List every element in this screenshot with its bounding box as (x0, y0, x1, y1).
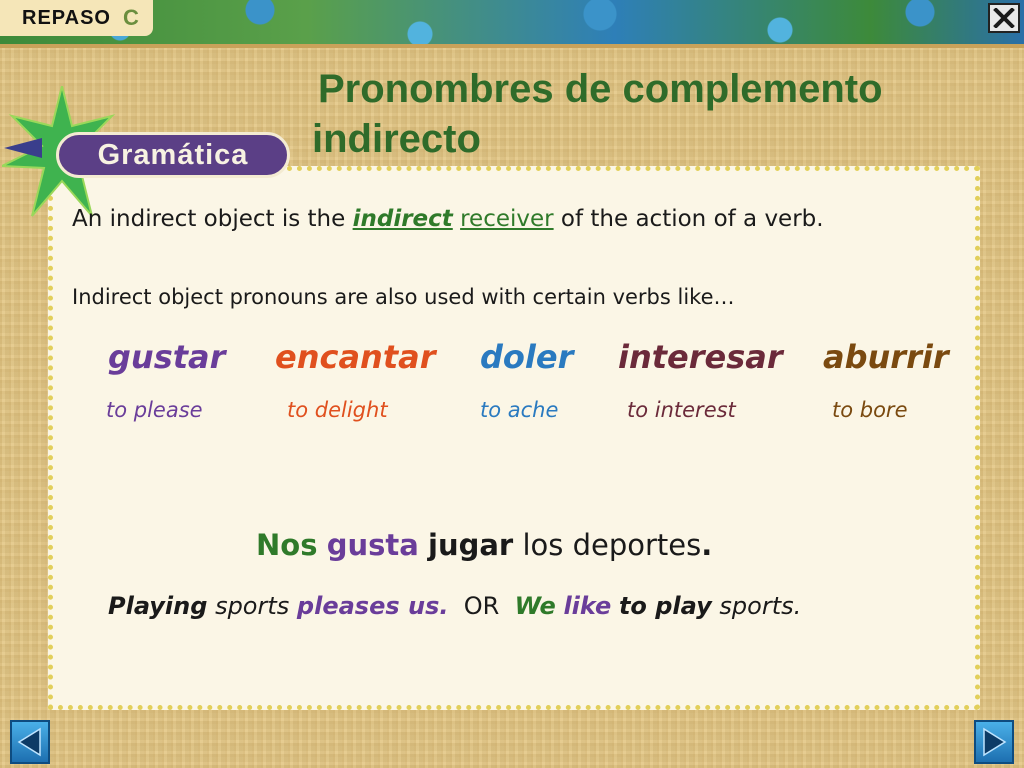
gloss-interesar: to interest (627, 398, 736, 422)
example-jugar: jugar (428, 528, 514, 562)
translation-like: like (563, 592, 612, 620)
definition-highlight-receiver: receiver (460, 206, 554, 232)
gloss-aburrir: to bore (832, 398, 908, 422)
definition-space (453, 206, 460, 232)
verb-aburrir: aburrir (823, 338, 949, 376)
definition-after: of the action of a verb. (553, 206, 824, 232)
section-tab: REPASO C (0, 0, 153, 36)
gloss-encantar: to delight (287, 398, 388, 422)
next-slide-button[interactable] (974, 720, 1014, 764)
verb-encantar: encantar (275, 338, 436, 376)
title-line-1: Pronombres de complemento (318, 67, 883, 111)
section-letter: C (122, 5, 139, 30)
section-label: REPASO (22, 6, 111, 29)
example-gusta: gusta (326, 528, 419, 562)
verb-doler: doler (480, 338, 574, 376)
close-x-icon (993, 8, 1015, 28)
badge-label: Gramática (97, 138, 249, 171)
translation-or: OR (463, 592, 500, 620)
definition-text: An indirect object is the indirect recei… (72, 206, 824, 232)
translation-sports-2: sports. (719, 592, 802, 620)
title-line-2: indirecto (312, 117, 481, 161)
gramatica-badge: Gramática (56, 132, 290, 178)
gloss-doler: to ache (480, 398, 559, 422)
example-rest: los deportes (522, 528, 702, 562)
arrow-left-icon (17, 727, 41, 757)
arrow-right-icon (983, 727, 1007, 757)
example-sentence: Nos gusta jugar los deportes. (256, 528, 712, 562)
translation-we: We (514, 592, 556, 620)
definition-before: An indirect object is the (72, 206, 353, 232)
translation-sports-1: sports (215, 592, 290, 620)
usage-text: Indirect object pronouns are also used w… (72, 285, 735, 309)
top-banner: REPASO C (0, 0, 1024, 48)
content-panel (48, 166, 980, 710)
translation-pleases-us: pleases us. (296, 592, 449, 620)
gloss-gustar: to please (106, 398, 203, 422)
translation-to-play: to play (618, 592, 712, 620)
example-nos: Nos (256, 528, 318, 562)
translation-sentence: Playing sports pleases us. OR We like to… (108, 592, 801, 620)
page-title: Pronombres de complemento indirecto (312, 64, 1002, 164)
verb-interesar: interesar (618, 338, 783, 376)
translation-playing: Playing (108, 592, 208, 620)
previous-slide-button[interactable] (10, 720, 50, 764)
example-period: . (701, 528, 713, 562)
definition-highlight-indirect: indirect (352, 206, 453, 232)
verb-gustar: gustar (108, 338, 226, 376)
close-button[interactable] (988, 3, 1020, 33)
